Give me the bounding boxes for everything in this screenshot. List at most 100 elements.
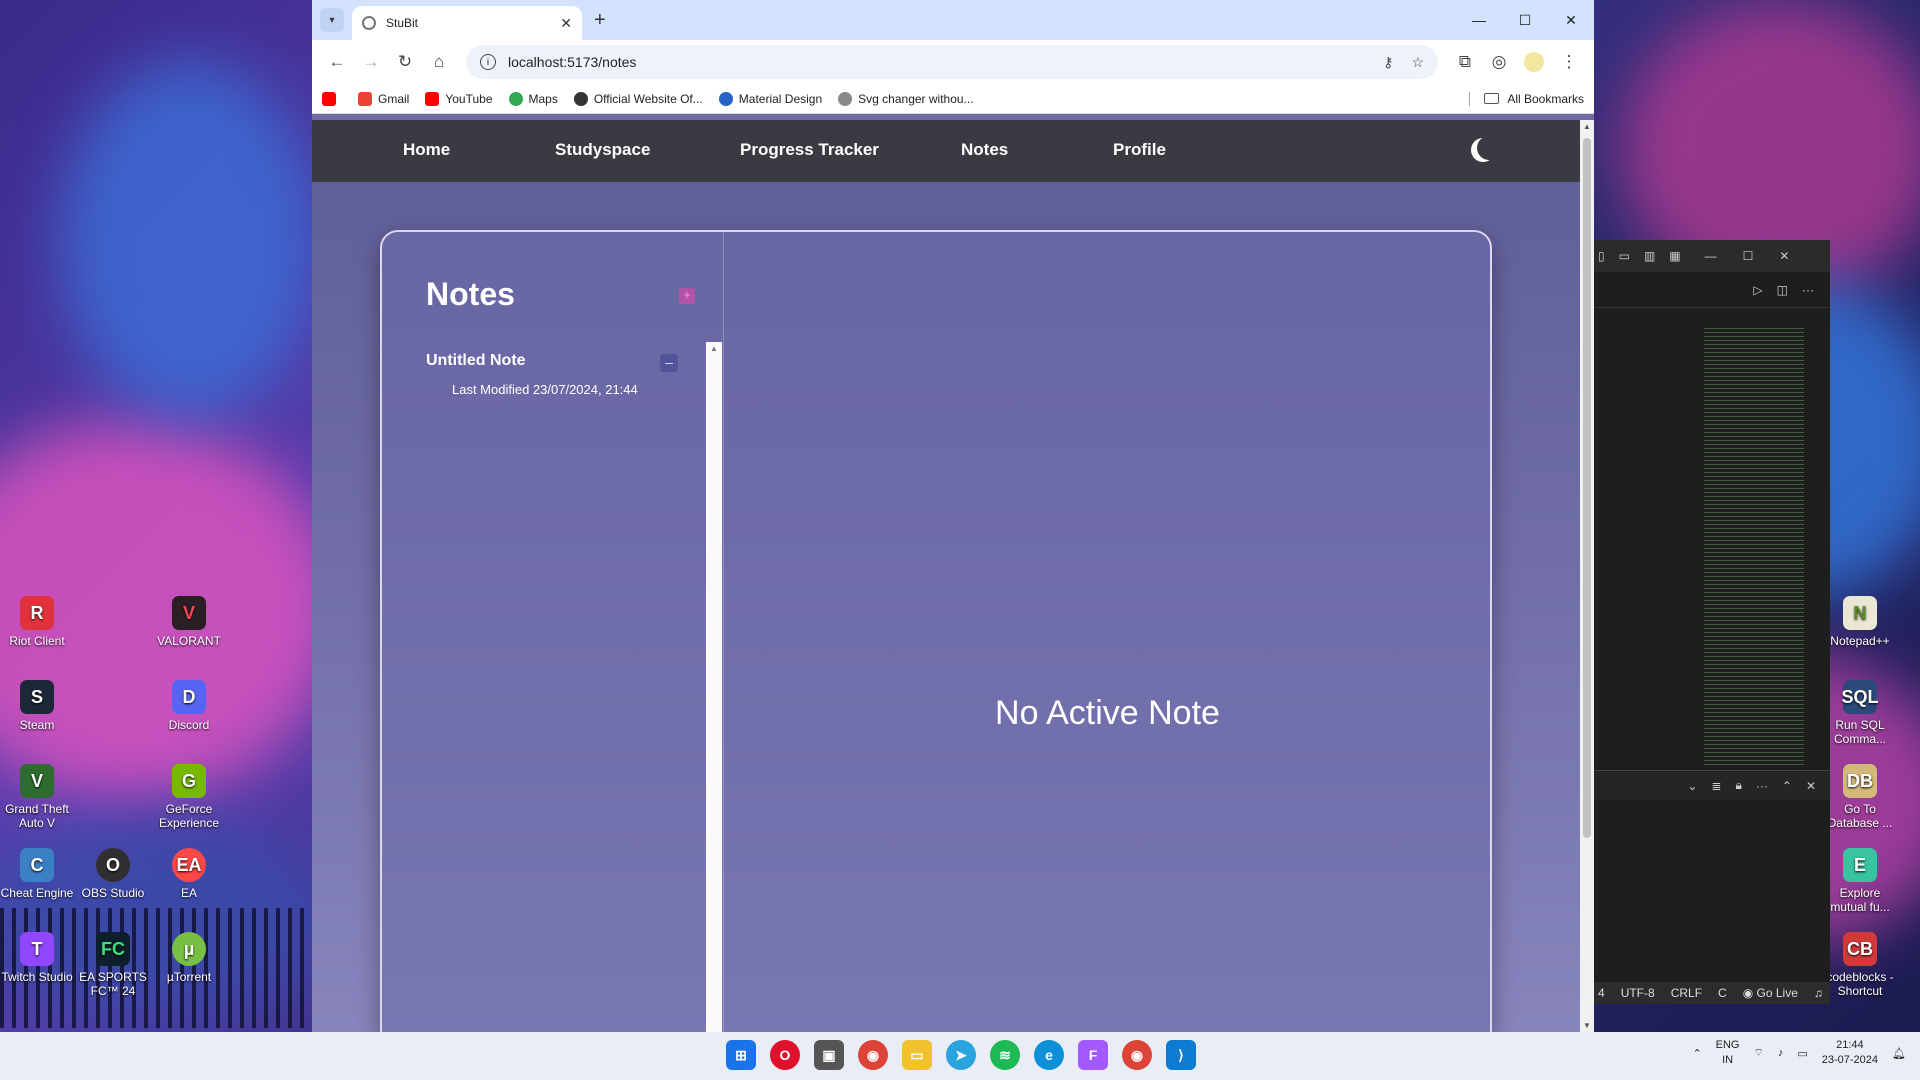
battery-icon[interactable]: ▭ bbox=[1797, 1047, 1807, 1060]
spotify-icon[interactable]: ≋ bbox=[990, 1040, 1020, 1070]
home-icon[interactable]: ⌂ bbox=[422, 45, 456, 79]
scroll-up-icon[interactable]: ▲ bbox=[710, 344, 718, 353]
clock[interactable]: 21:44 23-07-2024 bbox=[1822, 1038, 1878, 1068]
reload-icon[interactable]: ↻ bbox=[388, 45, 422, 79]
notification-bell-icon[interactable]: 🔔︎ bbox=[1892, 1047, 1906, 1060]
forward-icon[interactable]: → bbox=[354, 45, 388, 79]
chrome-icon[interactable]: ◉ bbox=[858, 1040, 888, 1070]
figma-icon[interactable]: F bbox=[1078, 1040, 1108, 1070]
close-icon[interactable]: ✕ bbox=[1779, 249, 1789, 263]
minimize-icon[interactable]: — bbox=[1456, 0, 1502, 40]
delete-note-button[interactable]: – bbox=[660, 354, 678, 372]
maximize-icon[interactable]: ☐ bbox=[1502, 0, 1548, 40]
edge-icon[interactable]: e bbox=[1034, 1040, 1064, 1070]
layout-grid-icon[interactable]: ▦ bbox=[1669, 249, 1680, 263]
chrome-active-icon[interactable]: ◉ bbox=[1122, 1040, 1152, 1070]
notes-list[interactable]: Untitled Note Last Modified 23/07/2024, … bbox=[382, 342, 724, 1032]
desktop-icon-codeblocks[interactable]: CB codeblocks - Shortcut bbox=[1820, 932, 1900, 998]
tab-search-icon[interactable]: ▾ bbox=[320, 8, 344, 32]
list-item[interactable]: Untitled Note Last Modified 23/07/2024, … bbox=[426, 352, 676, 397]
desktop-icon-geforce[interactable]: G GeForce Experience bbox=[149, 764, 229, 830]
bookmark-material-design[interactable]: Material Design bbox=[718, 91, 822, 106]
close-icon[interactable]: ✕ bbox=[1548, 0, 1594, 40]
layout-split-icon[interactable]: ▥ bbox=[1644, 249, 1655, 263]
bookmark-svg-changer[interactable]: Svg changer withou... bbox=[838, 91, 974, 106]
nav-profile[interactable]: Profile bbox=[1113, 140, 1166, 160]
nav-home[interactable]: Home bbox=[403, 140, 450, 160]
desktop-icon-twitch[interactable]: T Twitch Studio bbox=[0, 932, 77, 984]
chevron-down-icon[interactable]: ⌄ bbox=[1687, 779, 1697, 793]
telegram-icon[interactable]: ➤ bbox=[946, 1040, 976, 1070]
page-scrollbar[interactable]: ▲ ▼ bbox=[1580, 120, 1594, 1032]
desktop-icon-valorant[interactable]: V VALORANT bbox=[149, 596, 229, 648]
layout-sidebar-icon[interactable]: ▯ bbox=[1598, 249, 1605, 263]
desktop-icon-fc24[interactable]: FC EA SPORTS FC™ 24 bbox=[73, 932, 153, 998]
minimap[interactable] bbox=[1704, 328, 1804, 768]
performance-icon[interactable]: ◎ bbox=[1482, 45, 1516, 79]
encoding-status[interactable]: UTF-8 bbox=[1621, 986, 1655, 1000]
file-explorer-icon[interactable]: ▭ bbox=[902, 1040, 932, 1070]
site-info-icon[interactable]: i bbox=[480, 54, 496, 70]
bookmark-star-icon[interactable]: ☆ bbox=[1411, 54, 1424, 71]
browser-window[interactable]: ▾ StuBit ✕ + — ☐ ✕ ← → ↻ ⌂ i localhost:5… bbox=[312, 0, 1594, 1032]
chevron-up-icon[interactable]: ⌃ bbox=[1692, 1047, 1701, 1060]
list-icon[interactable]: ≣ bbox=[1711, 779, 1721, 793]
store-icon[interactable]: ▣ bbox=[814, 1040, 844, 1070]
notes-scrollbar[interactable]: ▲ bbox=[706, 342, 722, 1032]
scroll-down-icon[interactable]: ▼ bbox=[1583, 1021, 1591, 1030]
scroll-up-icon[interactable]: ▲ bbox=[1583, 122, 1591, 131]
maximize-icon[interactable]: ☐ bbox=[1743, 249, 1754, 263]
lock-icon[interactable]: 🔒︎ bbox=[1735, 778, 1741, 793]
scrollbar-thumb[interactable] bbox=[1583, 138, 1591, 838]
desktop-icon-steam[interactable]: S Steam bbox=[0, 680, 77, 732]
back-icon[interactable]: ← bbox=[320, 45, 354, 79]
desktop-icon-run-sql[interactable]: SQL Run SQL Comma... bbox=[1820, 680, 1900, 746]
all-bookmarks-button[interactable]: All Bookmarks bbox=[1469, 91, 1584, 106]
new-tab-button[interactable]: + bbox=[594, 9, 606, 32]
layout-panel-icon[interactable]: ▭ bbox=[1619, 249, 1630, 263]
language-indicator[interactable]: ENG IN bbox=[1716, 1038, 1740, 1068]
split-editor-icon[interactable]: ◫ bbox=[1777, 283, 1788, 297]
start-icon[interactable]: ⊞ bbox=[726, 1040, 756, 1070]
menu-icon[interactable]: ⋮ bbox=[1552, 45, 1586, 79]
desktop-icon-utorrent[interactable]: µ µTorrent bbox=[149, 932, 229, 984]
more-icon[interactable]: ··· bbox=[1802, 283, 1814, 297]
add-note-button[interactable]: + bbox=[679, 288, 695, 304]
extensions-icon[interactable]: ⧉ bbox=[1448, 45, 1482, 79]
desktop-icon-go-to-database[interactable]: DB Go To Database ... bbox=[1820, 764, 1900, 830]
bookmark-maps[interactable]: Maps bbox=[508, 91, 558, 106]
vscode-icon[interactable]: ⟩ bbox=[1166, 1040, 1196, 1070]
language-status[interactable]: C bbox=[1718, 986, 1727, 1000]
go-live-button[interactable]: ◉ Go Live bbox=[1743, 986, 1798, 1000]
dark-mode-toggle-icon[interactable] bbox=[1477, 136, 1501, 160]
desktop-icon-discord[interactable]: D Discord bbox=[149, 680, 229, 732]
bell-icon[interactable]: ♫ bbox=[1814, 986, 1823, 1000]
wifi-icon[interactable]: ⌔ bbox=[1754, 1046, 1764, 1060]
close-icon[interactable]: ✕ bbox=[1806, 779, 1816, 793]
avatar[interactable] bbox=[1524, 52, 1544, 72]
address-bar[interactable]: i localhost:5173/notes ⚷ ☆ bbox=[466, 45, 1438, 79]
nav-notes[interactable]: Notes bbox=[961, 140, 1008, 160]
nav-progress-tracker[interactable]: Progress Tracker bbox=[740, 140, 879, 160]
desktop-icon-gta[interactable]: V Grand Theft Auto V bbox=[0, 764, 77, 830]
key-icon[interactable]: ⚷ bbox=[1383, 54, 1393, 71]
opera-icon[interactable]: O bbox=[770, 1040, 800, 1070]
desktop-icon-explore-mutual-funds[interactable]: E Explore mutual fu... bbox=[1820, 848, 1900, 914]
close-tab-icon[interactable]: ✕ bbox=[560, 15, 572, 32]
run-icon[interactable]: ▷ bbox=[1753, 283, 1762, 297]
vscode-window[interactable]: ▯ ▭ ▥ ▦ — ☐ ✕ ▷ ◫ ··· ⌄ ≣ 🔒︎ ··· ⌃ ✕ 4 U… bbox=[1594, 240, 1830, 1004]
desktop-icon-obs[interactable]: O OBS Studio bbox=[73, 848, 153, 900]
desktop-icon-ea[interactable]: EA EA bbox=[149, 848, 229, 900]
bookmark-official-website[interactable]: Official Website Of... bbox=[573, 91, 703, 106]
desktop-icon-notepadpp[interactable]: N Notepad++ bbox=[1820, 596, 1900, 648]
eol-status[interactable]: CRLF bbox=[1671, 986, 1702, 1000]
bookmark-gmail[interactable]: Gmail bbox=[358, 91, 409, 106]
minimize-icon[interactable]: — bbox=[1705, 249, 1717, 263]
nav-studyspace[interactable]: Studyspace bbox=[555, 140, 650, 160]
more-icon[interactable]: ··· bbox=[1756, 779, 1768, 793]
bookmark-youtube-shortcut[interactable] bbox=[322, 91, 342, 106]
volume-icon[interactable]: ♪ bbox=[1778, 1047, 1784, 1059]
tab-stubit[interactable]: StuBit ✕ bbox=[352, 6, 582, 40]
desktop-icon-riot-client[interactable]: R Riot Client bbox=[0, 596, 77, 648]
bookmark-youtube[interactable]: YouTube bbox=[425, 91, 493, 106]
